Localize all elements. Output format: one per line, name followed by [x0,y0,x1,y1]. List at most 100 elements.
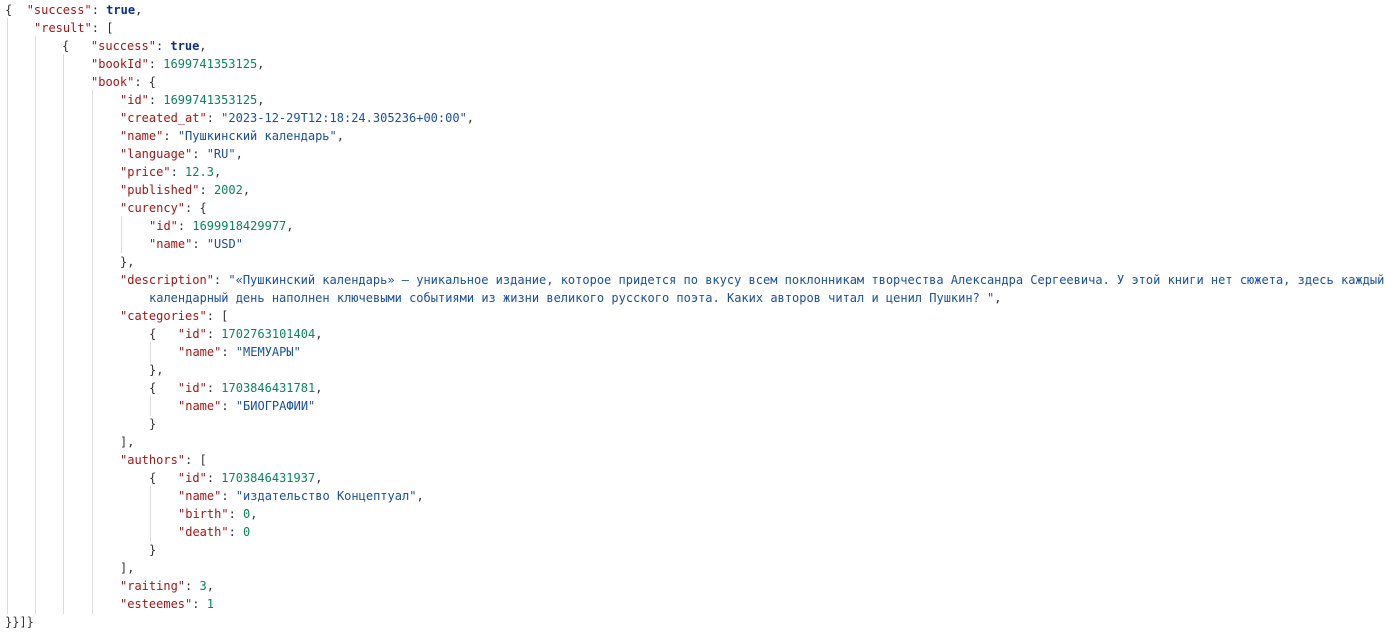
json-number-value: 1703846431781 [221,381,316,395]
json-string-value: "RU" [206,147,236,161]
json-punctuation: : [ [206,309,229,323]
json-punctuation: { [62,39,91,53]
json-key: "book" [91,75,135,89]
json-key: "authors" [120,453,186,467]
json-number-value: 1699741353125 [163,57,258,71]
json-viewer: { "success": true, "result": [ { "success"… [0,0,1389,632]
indent-guide [150,342,151,362]
json-punctuation: , [286,219,294,233]
json-number-value: 1699918429977 [192,219,287,233]
json-number-value: 3 [199,579,207,593]
json-punctuation: ], [120,561,135,575]
json-number-value: 1699741353125 [163,93,258,107]
json-string-value: "USD" [206,237,243,251]
json-key: "id" [177,471,207,485]
json-punctuation: }}]} [5,615,34,629]
json-line: "id": 1699918429977, [149,217,294,235]
json-punctuation: , [466,111,475,125]
json-key: "language" [120,147,193,161]
json-punctuation: , [257,93,265,107]
json-line: "language": "RU", [120,145,243,163]
json-line: "price": 12.3, [120,163,221,181]
json-key: "id" [177,327,207,341]
json-line: "curency": { [120,199,207,217]
json-line: "bookId": 1699741353125, [91,55,264,73]
json-number-value: 1703846431937 [221,471,316,485]
json-line: "result": [ [34,19,113,37]
json-line: { "success": true, [5,1,142,19]
json-number-value: 0 [243,525,251,539]
json-line: "categories": [ [120,307,228,325]
json-number-value: 1702763101404 [221,327,316,341]
json-punctuation: : [155,39,171,53]
json-key: "id" [120,93,149,107]
json-punctuation: : [185,579,200,593]
json-punctuation: , [199,39,207,53]
json-line: "published": 2002, [120,181,250,199]
json-string-value: "издательство Концептуал" [235,489,417,503]
json-punctuation: : { [185,201,207,215]
json-punctuation: , [257,57,265,71]
json-punctuation: : [206,381,222,395]
json-key: "categories" [120,309,207,323]
json-punctuation: : [221,345,236,359]
json-line: { "id": 1703846431937, [149,469,322,487]
json-string-value: "МЕМУАРЫ" [235,345,301,359]
json-punctuation: : [228,507,244,521]
json-punctuation: , [250,507,258,521]
json-line: "name": "МЕМУАРЫ" [178,343,301,361]
json-line: }, [149,361,163,379]
json-key: "id" [149,219,178,233]
json-key: "name" [149,237,193,251]
json-key: "curency" [120,201,186,215]
json-punctuation: : [177,219,193,233]
indent-guide [63,54,64,614]
indent-guide [35,36,36,614]
json-punctuation: : [ [91,21,114,35]
json-line: "id": 1699741353125, [120,91,265,109]
json-punctuation: : [163,129,178,143]
json-line: "book": { [91,73,156,91]
json-key: "death" [178,525,229,539]
json-punctuation: : [192,237,207,251]
indent-guide [150,486,151,542]
json-punctuation: { [149,471,178,485]
json-key: "esteemes" [120,597,193,611]
json-punctuation: { [149,381,178,395]
json-key: "name" [178,399,222,413]
json-line: "birth": 0, [178,505,258,523]
json-punctuation: }, [149,363,164,377]
json-line: { "id": 1703846431781, [149,379,322,397]
json-key: "name" [178,345,222,359]
json-punctuation: : [221,399,236,413]
json-line: "name": "БИОГРАФИИ" [178,397,315,415]
json-string-value: "БИОГРАФИИ" [235,399,316,413]
json-line: "name": "Пушкинский календарь", [120,127,344,145]
json-punctuation: , [242,183,251,197]
json-line: "authors": [ [120,451,207,469]
json-key: "name" [178,489,222,503]
json-line: } [149,541,156,559]
json-punctuation: : [192,147,207,161]
json-punctuation: , [315,327,323,341]
json-punctuation: : [221,489,236,503]
json-line: "name": "USD" [149,235,243,253]
json-punctuation: } [149,417,157,431]
indent-guide [7,18,8,614]
json-key: "success" [26,3,92,17]
json-punctuation: : [206,111,222,125]
json-punctuation: : [148,93,164,107]
json-punctuation: : [ [185,453,207,467]
json-line: } [149,415,156,433]
json-punctuation: , [315,381,323,395]
json-key: "birth" [178,507,229,521]
json-punctuation: { [5,3,27,17]
json-string-value: "«Пушкинский календарь» — уникальное изд… [228,273,1385,287]
json-number-value: 2002 [213,183,243,197]
json-punctuation: , [416,489,424,503]
json-line: }, [120,253,134,271]
indent-guide [121,216,122,253]
indent-guide [150,396,151,416]
json-punctuation: : { [134,75,157,89]
json-key: "published" [120,183,200,197]
